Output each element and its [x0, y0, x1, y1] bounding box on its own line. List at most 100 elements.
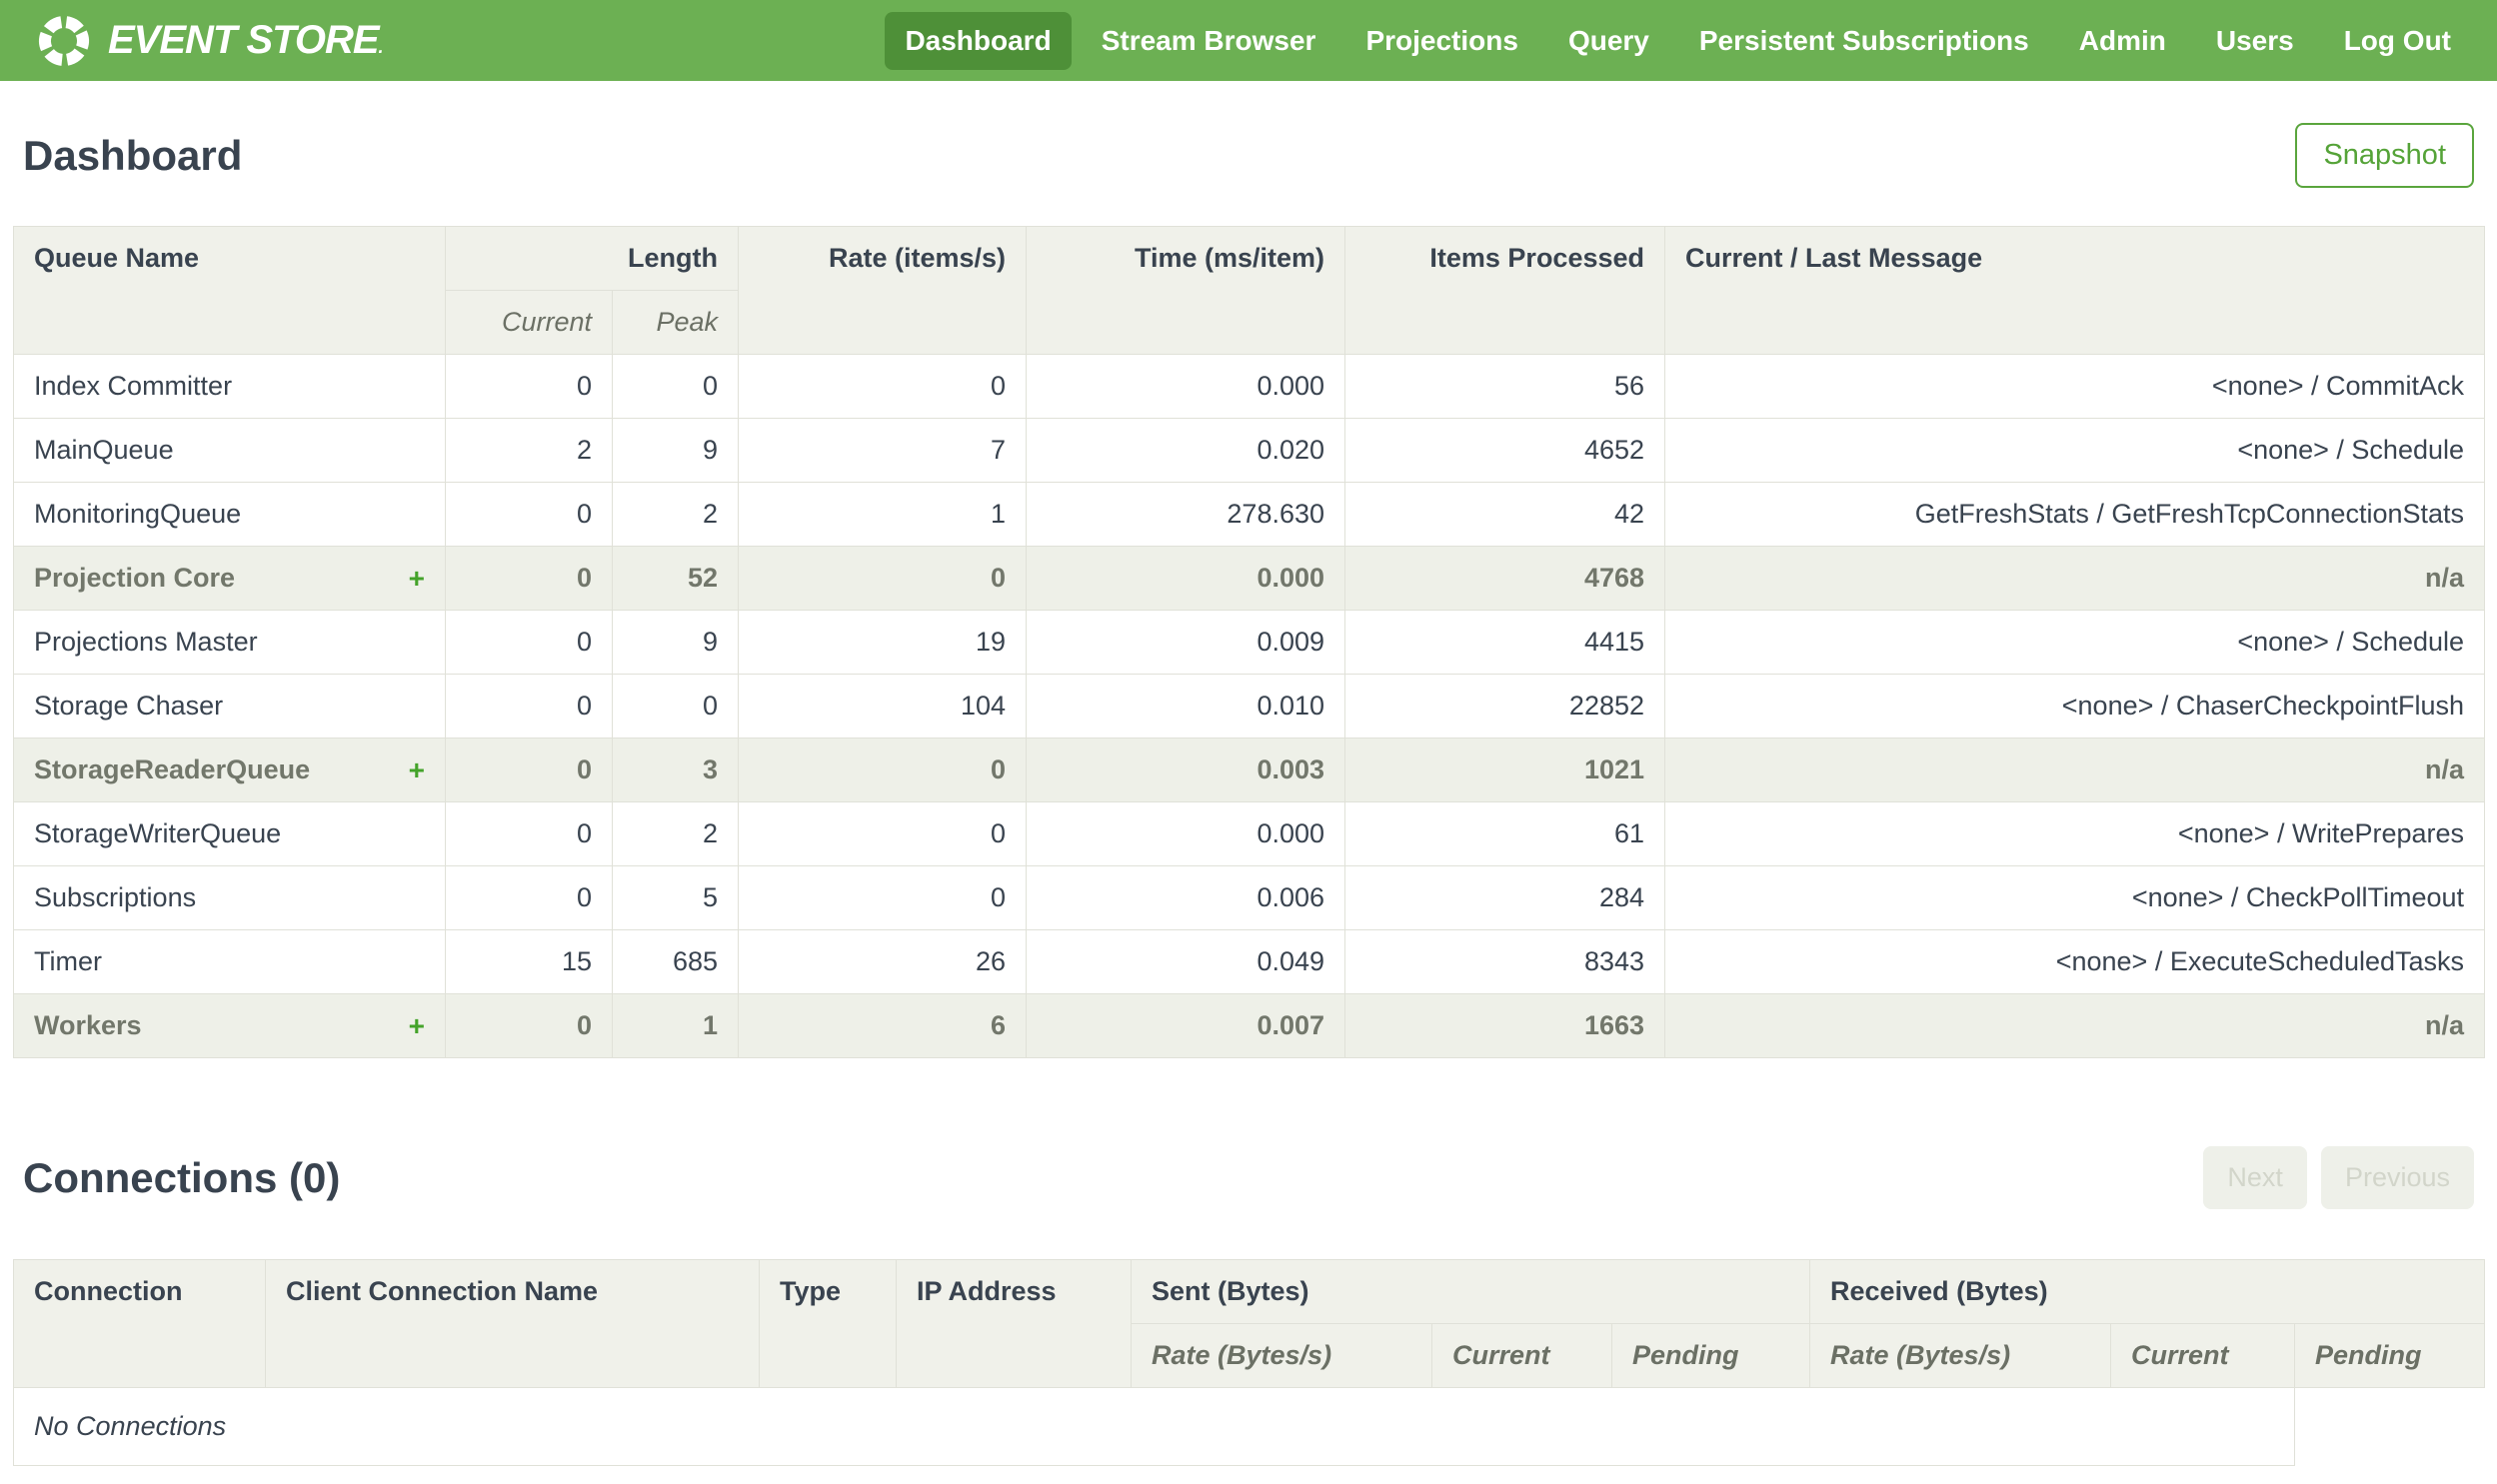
nav-item-log-out[interactable]: Log Out	[2324, 12, 2471, 70]
queue-group-row-storagereaderqueue[interactable]: StorageReaderQueue + 0 3 0 0.003 1021 n/a	[13, 738, 2486, 802]
queue-message-cell: n/a	[1664, 546, 2486, 611]
queue-peak-cell: 0	[611, 674, 740, 739]
connections-title: Connections (0)	[23, 1153, 341, 1201]
nav-item-projections[interactable]: Projections	[1345, 12, 1537, 70]
queue-rate-cell: 0	[738, 546, 1028, 611]
queue-message-cell: <none> / ChaserCheckpointFlush	[1664, 674, 2486, 739]
queue-name-cell: Storage Chaser	[13, 674, 446, 739]
queue-current-cell: 0	[445, 993, 613, 1058]
col-header-client-connection-name: Client Connection Name	[265, 1259, 760, 1388]
brand: EVENT STORE.	[36, 13, 384, 69]
queue-items-cell: 4768	[1344, 546, 1666, 611]
col-header-queue-name: Queue Name	[13, 226, 446, 355]
queue-group-row-workers[interactable]: Workers + 0 1 6 0.007 1663 n/a	[13, 993, 2486, 1058]
queue-message-cell: <none> / WritePrepares	[1664, 801, 2486, 866]
connections-table: Connection Client Connection Name Type I…	[12, 1259, 2486, 1466]
queue-row-monitoringqueue: MonitoringQueue 0 2 1 278.630 42 GetFres…	[13, 482, 2486, 547]
top-nav: EVENT STORE. Dashboard Stream Browser Pr…	[0, 0, 2497, 81]
queue-items-cell: 4652	[1344, 418, 1666, 483]
queue-name-cell: Timer	[13, 929, 446, 994]
queue-time-cell: 0.000	[1026, 546, 1346, 611]
queue-row-index-committer: Index Committer 0 0 0 0.000 56 <none> / …	[13, 354, 2486, 419]
queue-items-cell: 42	[1344, 482, 1666, 547]
queue-items-cell: 4415	[1344, 610, 1666, 675]
brand-name: EVENT STORE.	[108, 18, 384, 62]
queue-items-cell: 56	[1344, 354, 1666, 419]
queue-peak-cell: 685	[611, 929, 740, 994]
queue-message-cell: GetFreshStats / GetFreshTcpConnectionSta…	[1664, 482, 2486, 547]
queue-message-cell: <none> / CheckPollTimeout	[1664, 865, 2486, 930]
queue-rate-cell: 0	[738, 738, 1028, 802]
queue-name-cell: Projections Master	[13, 610, 446, 675]
expand-icon[interactable]: +	[409, 562, 425, 595]
queue-peak-cell: 0	[611, 354, 740, 419]
queue-time-cell: 278.630	[1026, 482, 1346, 547]
col-header-length: Length	[444, 226, 740, 291]
queue-row-storage-chaser: Storage Chaser 0 0 104 0.010 22852 <none…	[13, 674, 2486, 739]
queue-current-cell: 0	[445, 354, 613, 419]
col-header-message: Current / Last Message	[1664, 226, 2486, 355]
queue-message-cell: <none> / ExecuteScheduledTasks	[1664, 929, 2486, 994]
col-header-length-current: Current	[445, 290, 613, 355]
col-header-received-current: Current	[2110, 1323, 2296, 1388]
queue-group-row-projection-core[interactable]: Projection Core + 0 52 0 0.000 4768 n/a	[13, 546, 2486, 611]
col-header-sent-bytes: Sent (Bytes)	[1130, 1259, 1811, 1324]
expand-icon[interactable]: +	[409, 1009, 425, 1042]
ghost-cell	[2295, 1388, 2485, 1466]
nav-item-users[interactable]: Users	[2196, 12, 2314, 70]
col-header-received-rate: Rate (Bytes/s)	[1809, 1323, 2112, 1388]
queue-rate-cell: 1	[738, 482, 1028, 547]
nav-item-persistent-subscriptions[interactable]: Persistent Subscriptions	[1679, 12, 2049, 70]
queue-items-cell: 22852	[1344, 674, 1666, 739]
queue-current-cell: 0	[445, 546, 613, 611]
queue-row-timer: Timer 15 685 26 0.049 8343 <none> / Exec…	[13, 929, 2486, 994]
nav-item-dashboard[interactable]: Dashboard	[885, 11, 1072, 70]
col-header-type: Type	[759, 1259, 897, 1388]
queue-name-cell: Projection Core	[34, 563, 236, 593]
queue-time-cell: 0.007	[1026, 993, 1346, 1058]
queue-peak-cell: 52	[611, 546, 740, 611]
nav-item-admin[interactable]: Admin	[2059, 12, 2186, 70]
queue-time-cell: 0.010	[1026, 674, 1346, 739]
queue-row-subscriptions: Subscriptions 0 5 0 0.006 284 <none> / C…	[13, 865, 2486, 930]
next-button[interactable]: Next	[2203, 1146, 2307, 1209]
col-header-sent-rate: Rate (Bytes/s)	[1131, 1323, 1432, 1388]
queue-name-cell: StorageWriterQueue	[13, 801, 446, 866]
queue-rate-cell: 6	[738, 993, 1028, 1058]
queue-items-cell: 8343	[1344, 929, 1666, 994]
queue-rate-cell: 0	[738, 801, 1028, 866]
queue-name-cell: Subscriptions	[13, 865, 446, 930]
queue-current-cell: 15	[445, 929, 613, 994]
queue-row-mainqueue: MainQueue 2 9 7 0.020 4652 <none> / Sche…	[13, 418, 2486, 483]
queue-rate-cell: 104	[738, 674, 1028, 739]
no-connections-message: No Connections	[12, 1387, 2296, 1466]
queue-items-cell: 1663	[1344, 993, 1666, 1058]
queue-current-cell: 0	[445, 801, 613, 866]
queue-items-cell: 61	[1344, 801, 1666, 866]
nav-item-query[interactable]: Query	[1548, 12, 1669, 70]
page-title: Dashboard	[23, 131, 243, 179]
queue-current-cell: 0	[445, 738, 613, 802]
queue-name-cell: StorageReaderQueue	[34, 754, 311, 784]
expand-icon[interactable]: +	[409, 753, 425, 786]
queue-time-cell: 0.020	[1026, 418, 1346, 483]
queue-message-cell: <none> / CommitAck	[1664, 354, 2486, 419]
queue-current-cell: 0	[445, 482, 613, 547]
main-content: Dashboard Snapshot Queue Name Length Rat…	[0, 123, 2497, 1466]
snapshot-button[interactable]: Snapshot	[2295, 123, 2474, 188]
queue-rate-cell: 26	[738, 929, 1028, 994]
queue-time-cell: 0.000	[1026, 354, 1346, 419]
event-store-logo-icon	[36, 13, 92, 69]
queue-current-cell: 0	[445, 865, 613, 930]
col-header-sent-pending: Pending	[1610, 1323, 1811, 1388]
queue-current-cell: 2	[445, 418, 613, 483]
queue-time-cell: 0.009	[1026, 610, 1346, 675]
queue-rate-cell: 0	[738, 865, 1028, 930]
nav-item-stream-browser[interactable]: Stream Browser	[1082, 12, 1336, 70]
queue-rate-cell: 19	[738, 610, 1028, 675]
queue-name-cell: MainQueue	[13, 418, 446, 483]
previous-button[interactable]: Previous	[2320, 1146, 2474, 1209]
col-header-ip-address: IP Address	[896, 1259, 1132, 1388]
queue-time-cell: 0.003	[1026, 738, 1346, 802]
queue-current-cell: 0	[445, 674, 613, 739]
